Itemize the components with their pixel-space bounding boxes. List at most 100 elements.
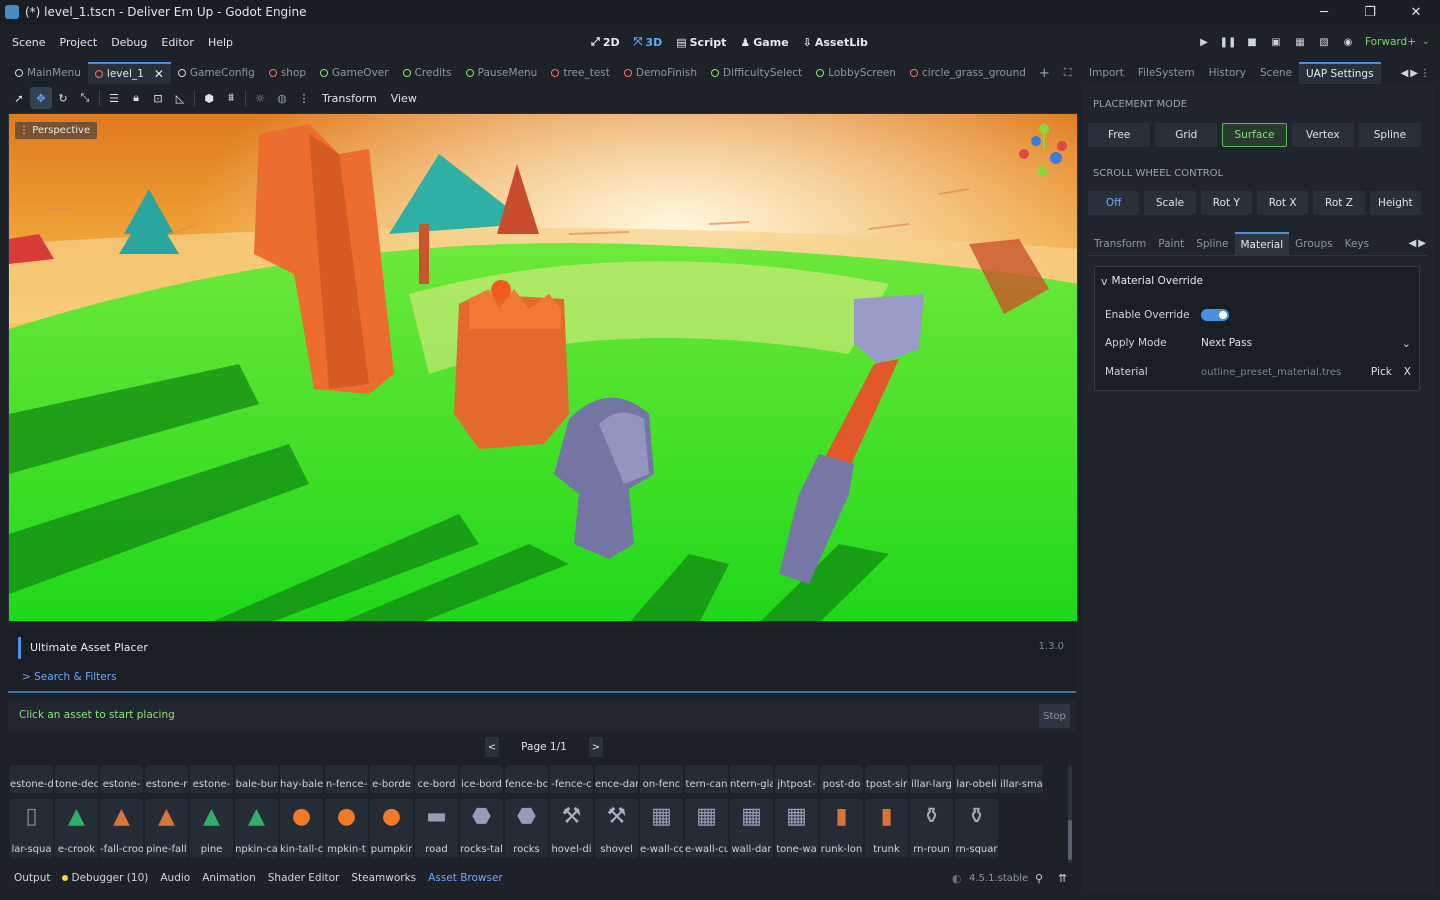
asset-tile[interactable]: ▲ npkin-ca bbox=[235, 799, 278, 858]
asset-tile[interactable]: ● kin-tall-c bbox=[280, 799, 323, 858]
menu-project[interactable]: Project bbox=[53, 36, 105, 49]
expand-panel-icon[interactable]: ⇈ bbox=[1058, 872, 1067, 885]
mode-assetlib-button[interactable]: ⇩ AssetLib bbox=[796, 35, 875, 49]
placement-grid-button[interactable]: Grid bbox=[1155, 123, 1218, 147]
asset-tile[interactable]: estone- bbox=[100, 765, 143, 793]
group-icon[interactable]: ⊡ bbox=[147, 87, 169, 109]
pin-icon[interactable]: ⚲ bbox=[1035, 872, 1043, 885]
menu-help[interactable]: Help bbox=[201, 36, 240, 49]
asset-tile[interactable]: n-fence- bbox=[325, 765, 368, 793]
maximize-button[interactable]: ❐ bbox=[1347, 0, 1393, 24]
asset-tile[interactable]: ▦ e-wall-co bbox=[640, 799, 683, 858]
asset-tile[interactable]: e-borde bbox=[370, 765, 413, 793]
asset-tile[interactable]: ● pumpkir bbox=[370, 799, 413, 858]
asset-tile[interactable]: ▦ e-wall-cu bbox=[685, 799, 728, 858]
asset-tile[interactable]: on-fenc bbox=[640, 765, 683, 793]
transform-menu[interactable]: Transform bbox=[315, 92, 384, 105]
scroll-scale-button[interactable]: Scale bbox=[1144, 191, 1196, 215]
menu-scene[interactable]: Scene bbox=[5, 36, 53, 49]
subtab-spline[interactable]: Spline bbox=[1190, 232, 1234, 256]
tab-history[interactable]: History bbox=[1202, 62, 1253, 84]
asset-tile[interactable]: lar-obeli bbox=[955, 765, 998, 793]
asset-tile[interactable]: tern-can bbox=[685, 765, 728, 793]
close-tab-icon[interactable]: ✕ bbox=[154, 67, 164, 81]
asset-tile[interactable]: ● mpkin-t bbox=[325, 799, 368, 858]
sun-icon[interactable]: ☼ bbox=[249, 87, 271, 109]
snap-icon[interactable]: ⩩ bbox=[220, 87, 242, 109]
tab-import[interactable]: Import bbox=[1082, 62, 1131, 84]
asset-tile[interactable]: ▲ -fall-croo bbox=[100, 799, 143, 858]
apply-mode-select[interactable]: Next Pass bbox=[1201, 337, 1252, 349]
tab-gameconfig[interactable]: GameConfig bbox=[171, 62, 262, 84]
placement-free-button[interactable]: Free bbox=[1088, 123, 1151, 147]
scroll-height-button[interactable]: Height bbox=[1369, 191, 1421, 215]
rotate-tool-icon[interactable]: ↻ bbox=[52, 87, 74, 109]
enable-override-toggle[interactable] bbox=[1201, 309, 1229, 321]
scale-tool-icon[interactable]: ⤡ bbox=[74, 87, 96, 109]
subtab-scroll-icon[interactable]: ◀▶ bbox=[1409, 238, 1428, 249]
placement-vertex-button[interactable]: Vertex bbox=[1291, 123, 1354, 147]
material-path-field[interactable]: outline_preset_material.tres bbox=[1201, 367, 1341, 378]
environment-icon[interactable]: ◍ bbox=[271, 87, 293, 109]
asset-tile[interactable]: ▯ lar-squa bbox=[10, 799, 53, 858]
play-scene-icon[interactable]: ▦ bbox=[1291, 33, 1309, 51]
asset-tile[interactable]: estone-d bbox=[10, 765, 53, 793]
asset-tile[interactable]: estone-r bbox=[145, 765, 188, 793]
chevron-down-icon[interactable]: ⌄ bbox=[1422, 37, 1430, 47]
subtab-groups[interactable]: Groups bbox=[1289, 232, 1338, 256]
search-filters-toggle[interactable]: > Search & Filters bbox=[22, 671, 117, 683]
placement-spline-button[interactable]: Spline bbox=[1358, 123, 1422, 147]
asset-tile[interactable]: post-do bbox=[820, 765, 863, 793]
renderer-select[interactable]: Forward+ bbox=[1365, 36, 1416, 48]
tab-uap-settings[interactable]: UAP Settings bbox=[1298, 62, 1381, 84]
tab-filesystem[interactable]: FileSystem bbox=[1131, 62, 1202, 84]
next-page-button[interactable]: > bbox=[589, 737, 603, 757]
tab-output[interactable]: Output bbox=[8, 872, 56, 884]
tab-demofinish[interactable]: DemoFinish bbox=[617, 62, 704, 84]
tab-asset-browser[interactable]: Asset Browser bbox=[422, 872, 509, 884]
asset-scrollbar[interactable] bbox=[1068, 765, 1072, 863]
asset-tile[interactable]: ce-bord bbox=[415, 765, 458, 793]
view-menu[interactable]: View bbox=[384, 92, 424, 105]
scroll-rot-y-button[interactable]: Rot Y bbox=[1200, 191, 1252, 215]
tab-gameover[interactable]: GameOver bbox=[313, 62, 396, 84]
tab-lobbyscreen[interactable]: LobbyScreen bbox=[809, 62, 903, 84]
scrollbar-thumb[interactable] bbox=[1068, 820, 1072, 860]
subtab-material[interactable]: Material bbox=[1234, 231, 1290, 256]
perspective-button[interactable]: ⋮ Perspective bbox=[15, 122, 98, 139]
asset-tile[interactable]: ⬣ rocks-tal bbox=[460, 799, 503, 858]
menu-debug[interactable]: Debug bbox=[104, 36, 154, 49]
subtab-transform[interactable]: Transform bbox=[1088, 232, 1152, 256]
tab-mainmenu[interactable]: MainMenu bbox=[8, 62, 88, 84]
asset-tile[interactable]: estone- bbox=[190, 765, 233, 793]
asset-tile[interactable]: ntern-gla bbox=[730, 765, 773, 793]
mode-game-button[interactable]: ♟ Game bbox=[733, 35, 795, 49]
tab-tree-test[interactable]: tree_test bbox=[544, 62, 617, 84]
3d-viewport[interactable]: ⋮ Perspective bbox=[8, 113, 1078, 622]
asset-tile[interactable]: jhtpost- bbox=[775, 765, 818, 793]
mode-3d-button[interactable]: ⤧ 3D bbox=[627, 35, 670, 49]
asset-tile[interactable]: ⚒ shovel bbox=[595, 799, 638, 858]
asset-tile[interactable]: ▦ wall-dar bbox=[730, 799, 773, 858]
asset-tile[interactable]: ▦ tone-wa bbox=[775, 799, 818, 858]
distraction-free-icon[interactable]: ⛶ bbox=[1064, 66, 1072, 80]
asset-tile[interactable]: illar-sma bbox=[1000, 765, 1043, 793]
movie-maker-icon[interactable]: ◉ bbox=[1339, 33, 1357, 51]
subtab-keys[interactable]: Keys bbox=[1339, 232, 1376, 256]
tab-level-1[interactable]: level_1 ✕ bbox=[87, 62, 171, 84]
asset-tile[interactable]: ▲ pine-fall bbox=[145, 799, 188, 858]
asset-tile[interactable]: bale-bur bbox=[235, 765, 278, 793]
asset-tile[interactable]: ▲ pine bbox=[190, 799, 233, 858]
select-tool-icon[interactable]: ➚ bbox=[8, 87, 30, 109]
asset-tile[interactable]: ▬ road bbox=[415, 799, 458, 858]
subtab-paint[interactable]: Paint bbox=[1152, 232, 1190, 256]
tab-pausemenu[interactable]: PauseMenu bbox=[459, 62, 545, 84]
placement-surface-button[interactable]: Surface bbox=[1222, 123, 1287, 147]
tab-steamworks[interactable]: Steamworks bbox=[345, 872, 422, 884]
dock-menu-icon[interactable]: ◀▶⋮ bbox=[1401, 68, 1432, 79]
stop-button[interactable]: Stop bbox=[1039, 704, 1070, 728]
stop-icon[interactable]: ■ bbox=[1243, 33, 1261, 51]
asset-tile[interactable]: tone-dec bbox=[55, 765, 98, 793]
scroll-rot-x-button[interactable]: Rot X bbox=[1256, 191, 1309, 215]
tab-scene[interactable]: Scene bbox=[1253, 62, 1299, 84]
